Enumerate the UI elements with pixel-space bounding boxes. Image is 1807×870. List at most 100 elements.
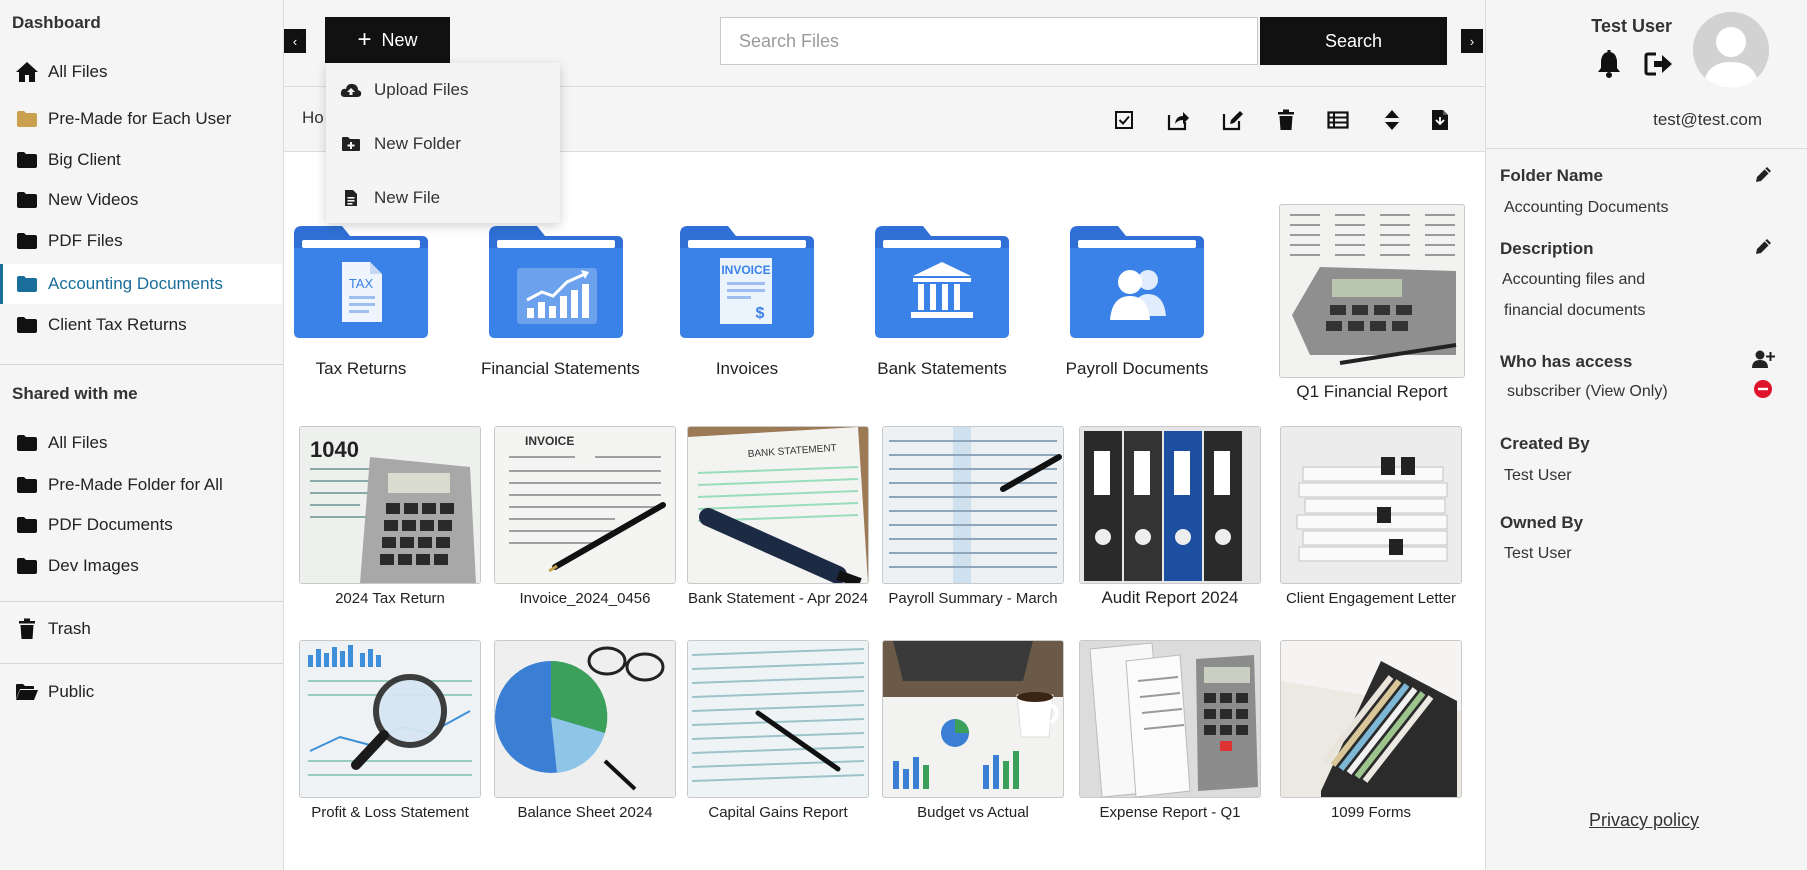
logout-icon[interactable]	[1644, 51, 1674, 77]
access-user-value: subscriber (View Only)	[1507, 383, 1668, 400]
file-label: Capital Gains Report	[708, 804, 848, 821]
file-thumbnail	[1280, 640, 1462, 798]
sidebar-item-pre-made-folder-for-all[interactable]: Pre-Made Folder for All	[0, 465, 282, 505]
sidebar-item-pdf-files[interactable]: PDF Files	[0, 221, 282, 261]
folder-label: Payroll Documents	[1065, 359, 1209, 378]
folder-icon	[14, 189, 40, 211]
remove-access-icon[interactable]	[1752, 378, 1774, 400]
folder-label: Bank Statements	[877, 359, 1007, 378]
avatar[interactable]	[1693, 12, 1769, 88]
sidebar-item-dev-images[interactable]: Dev Images	[0, 546, 282, 586]
sidebar-item-label: Accounting Documents	[48, 274, 223, 293]
edit-icon[interactable]	[1220, 107, 1246, 133]
menu-item-new-file[interactable]: New File	[326, 176, 560, 220]
sidebar-item-shared-all-files[interactable]: All Files	[0, 423, 282, 463]
new-button[interactable]: + New	[325, 17, 450, 63]
folder-invoices[interactable]: INVOICE $ Invoices	[672, 224, 822, 379]
sidebar-item-client-tax-returns[interactable]: Client Tax Returns	[0, 305, 282, 345]
add-user-icon[interactable]	[1750, 348, 1776, 370]
file-invoice-2024-0456[interactable]: INVOICE Invoice_2024_0456	[493, 426, 677, 607]
file-thumbnail	[882, 426, 1064, 584]
folder-icon	[14, 230, 40, 252]
sidebar-item-public[interactable]: Public	[0, 672, 282, 712]
file-thumbnail	[494, 640, 676, 798]
user-name: Test User	[1591, 16, 1672, 36]
file-capital-gains-report[interactable]: Capital Gains Report	[686, 640, 870, 821]
breadcrumb[interactable]: Ho	[302, 108, 324, 128]
folder-payroll-documents[interactable]: Payroll Documents	[1062, 224, 1212, 379]
sidebar-item-all-files[interactable]: All Files	[0, 52, 282, 92]
file-label: Q1 Financial Report	[1296, 382, 1448, 401]
file-bank-statement-apr-2024[interactable]: BANK STATEMENT Bank Statement - Apr 2024	[686, 426, 870, 607]
folder-tax-returns[interactable]: TAX Tax Returns	[286, 224, 436, 379]
pencil-icon[interactable]	[1752, 164, 1774, 186]
new-dropdown-menu: Upload Files New Folder New File	[326, 63, 560, 223]
folder-icon	[875, 226, 1009, 338]
svg-text:$: $	[756, 305, 765, 322]
file-balance-sheet-2024[interactable]: Balance Sheet 2024	[493, 640, 677, 821]
file-1099-forms[interactable]: 1099 Forms	[1273, 640, 1469, 821]
file-budget-vs-actual[interactable]: Budget vs Actual	[881, 640, 1065, 821]
checkbox-icon[interactable]	[1111, 107, 1137, 133]
file-label: Balance Sheet 2024	[517, 804, 653, 821]
file-icon	[340, 189, 362, 207]
file-label: Budget vs Actual	[917, 804, 1029, 821]
export-file-icon[interactable]	[1427, 107, 1453, 133]
share-icon[interactable]	[1165, 107, 1191, 133]
sidebar-item-label: Dev Images	[48, 556, 139, 575]
trash-icon[interactable]	[1273, 107, 1299, 133]
folder-label: Invoices	[715, 359, 779, 378]
sidebar-item-accounting-documents[interactable]: Accounting Documents	[0, 264, 282, 304]
file-thumbnail	[1079, 640, 1261, 798]
sidebar-item-label: PDF Files	[48, 231, 123, 250]
created-by-value: Test User	[1504, 467, 1572, 484]
file-q1-financial-report[interactable]: Q1 Financial Report	[1274, 204, 1470, 402]
folder-financial-statements[interactable]: Financial Statements	[481, 224, 640, 379]
dashboard-heading[interactable]: Dashboard	[12, 13, 101, 33]
file-label: Audit Report 2024	[1101, 588, 1239, 607]
folder-icon	[1070, 226, 1204, 338]
folder-bank-statements[interactable]: Bank Statements	[867, 224, 1017, 379]
sidebar-item-pdf-documents[interactable]: PDF Documents	[0, 505, 282, 545]
sidebar-item-label: Trash	[48, 619, 91, 638]
svg-text:1040: 1040	[310, 437, 359, 462]
who-has-access-label: Who has access	[1500, 352, 1633, 371]
folder-name-value: Accounting Documents	[1504, 199, 1669, 216]
file-payroll-summary-march[interactable]: Payroll Summary - March	[881, 426, 1065, 607]
file-thumbnail	[1279, 204, 1465, 378]
scroll-right-button[interactable]: ›	[1461, 29, 1483, 53]
file-client-engagement-letter[interactable]: Client Engagement Letter	[1273, 426, 1469, 607]
trash-icon	[14, 618, 40, 640]
file-thumbnail: 1040	[299, 426, 481, 584]
file-expense-report-q1[interactable]: Expense Report - Q1	[1078, 640, 1262, 821]
sidebar-item-new-videos[interactable]: New Videos	[0, 180, 282, 220]
file-2024-tax-return[interactable]: 1040 2024 Tax Return	[298, 426, 482, 607]
user-email: test@test.com	[1653, 110, 1762, 129]
svg-text:INVOICE: INVOICE	[721, 263, 770, 277]
file-profit-loss-statement[interactable]: Profit & Loss Statement	[298, 640, 482, 821]
scroll-left-button[interactable]: ‹	[284, 29, 306, 53]
sidebar-item-big-client[interactable]: Big Client	[0, 140, 282, 180]
file-audit-report-2024[interactable]: Audit Report 2024	[1078, 426, 1262, 608]
menu-item-new-folder[interactable]: New Folder	[326, 122, 560, 166]
folder-name-label: Folder Name	[1500, 166, 1603, 185]
search-input[interactable]	[720, 17, 1258, 65]
bell-icon[interactable]	[1596, 50, 1622, 78]
description-label: Description	[1500, 239, 1594, 258]
folder-icon	[14, 273, 40, 295]
sidebar-item-label: All Files	[48, 433, 108, 452]
home-icon	[14, 61, 40, 83]
sidebar-item-pre-made-for-each-user[interactable]: Pre-Made for Each User	[0, 99, 282, 139]
menu-item-upload-files[interactable]: Upload Files	[326, 68, 560, 112]
sidebar-item-label: Big Client	[48, 150, 121, 169]
pencil-icon[interactable]	[1752, 236, 1774, 258]
search-button[interactable]: Search	[1260, 17, 1447, 65]
sidebar: Dashboard All Files Pre-Made for Each Us…	[0, 0, 284, 870]
folder-icon	[14, 108, 40, 130]
sort-icon[interactable]	[1379, 107, 1405, 133]
sidebar-item-trash[interactable]: Trash	[0, 609, 282, 649]
sidebar-item-label: PDF Documents	[48, 515, 173, 534]
table-icon[interactable]	[1325, 107, 1351, 133]
privacy-policy-link[interactable]: Privacy policy	[1589, 810, 1699, 831]
shared-with-me-heading: Shared with me	[12, 384, 138, 403]
